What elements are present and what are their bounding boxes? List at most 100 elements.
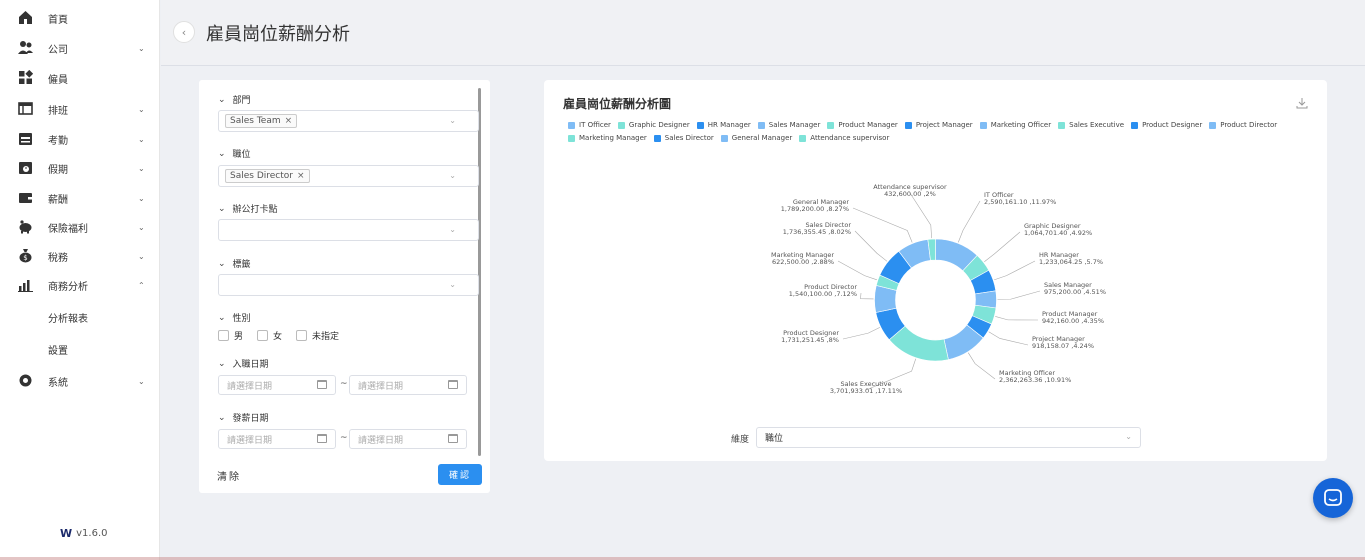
slice-value-label: 1,736,355.45 ,8.02% (783, 228, 851, 236)
gender-options: 男 女 未指定 (218, 329, 353, 342)
version-info: W v1.6.0 (60, 527, 108, 540)
sidebar-item-label: 商務分析 (48, 281, 88, 293)
pay-date-label[interactable]: ⌄ 發薪日期 (218, 411, 269, 425)
slice-value-label: 3,701,933.01 ,17.11% (830, 387, 902, 395)
users-icon (18, 41, 33, 54)
chevron-down-icon: ⌄ (449, 225, 456, 234)
join-date-end-input[interactable]: 請選擇日期 (349, 375, 467, 395)
sidebar-item-label: 僱員 (48, 74, 68, 86)
join-date-start-input[interactable]: 請選擇日期 (218, 375, 336, 395)
pay-date-start-input[interactable]: 請選擇日期 (218, 429, 336, 449)
checkbox[interactable] (218, 330, 229, 341)
gender-option-male[interactable]: 男 (218, 329, 243, 342)
gender-option-female[interactable]: 女 (257, 329, 282, 342)
chat-icon (1324, 489, 1342, 506)
chevron-down-icon: ⌄ (138, 163, 145, 173)
label-leader-line (852, 207, 913, 243)
sidebar-item-2[interactable]: 僱員 (0, 64, 160, 92)
slice-value-label: 2,590,161.10 ,11.97% (984, 198, 1056, 206)
calendar-icon (448, 380, 458, 389)
sidebar-item-5[interactable]: 假期 ⌄ (0, 154, 160, 182)
sidebar-item-label: 稅務 (48, 252, 68, 264)
version-label: v1.6.0 (76, 528, 108, 539)
chevron-up-icon: ⌃ (138, 280, 145, 290)
office-select[interactable]: ⌄ (218, 219, 479, 241)
grid-icon (19, 70, 33, 84)
chevron-down-icon: ⌄ (218, 203, 226, 214)
donut-chart: IT Officer2,590,161.10 ,11.97%Graphic De… (771, 183, 1106, 395)
pay-date-end-input[interactable]: 請選擇日期 (349, 429, 467, 449)
label-leader-line (837, 260, 877, 281)
slice-value-label: 1,540,100.00 ,7.12% (789, 290, 857, 298)
sidebar-item-12[interactable]: 系統 ⌄ (0, 367, 160, 395)
sidebar-item-3[interactable]: 排班 ⌄ (0, 95, 160, 123)
position-select[interactable]: Sales Director × ⌄ (218, 165, 479, 187)
svg-text:$: $ (23, 254, 27, 262)
chevron-left-icon: ‹ (181, 25, 187, 39)
confirm-button[interactable]: 確認 (438, 464, 482, 485)
checkbox[interactable] (257, 330, 269, 341)
chevron-down-icon: ⌄ (218, 94, 226, 105)
dimension-label: 維度 (731, 435, 750, 445)
label-leader-line (957, 200, 981, 243)
page-title: 雇員崗位薪酬分析 (206, 24, 350, 45)
sidebar-item-11[interactable]: 設置 (0, 335, 160, 363)
chevron-down-icon: ⌄ (138, 222, 145, 232)
sidebar-item-0[interactable]: 首頁 (0, 4, 160, 32)
slice-value-label: 1,233,064.25 ,5.7% (1039, 258, 1103, 266)
chat-button[interactable] (1313, 478, 1353, 518)
close-icon[interactable]: × (297, 171, 305, 181)
position-label[interactable]: ⌄ 職位 (218, 147, 251, 161)
chevron-down-icon: ⌄ (218, 258, 226, 269)
checkbox[interactable] (296, 330, 308, 341)
date-placeholder: 請選擇日期 (227, 381, 273, 392)
sidebar-item-6[interactable]: 薪酬 ⌄ (0, 184, 160, 212)
department-tag: Sales Team × (225, 114, 298, 128)
sidebar-item-8[interactable]: $ 稅務 ⌄ (0, 242, 160, 270)
sidebar: 首頁 公司 ⌄ 僱員 排班 ⌄ 考勤 ⌄ 假期 ⌄ 薪酬 ⌄ 保險福利 ⌄ $ 稅務 ⌄ 商務分析 ⌃ 分析報表 設置系… (0, 0, 160, 560)
chevron-down-icon: ⌄ (218, 358, 226, 369)
sidebar-item-1[interactable]: 公司 ⌄ (0, 34, 160, 62)
label-leader-line (860, 292, 874, 300)
label-leader-line (995, 316, 1039, 321)
tags-label[interactable]: ⌄ 標籤 (218, 257, 251, 271)
chevron-down-icon: ⌄ (138, 193, 145, 203)
date-placeholder: 請選擇日期 (227, 435, 273, 446)
gender-option-unspecified[interactable]: 未指定 (296, 329, 339, 342)
tags-select[interactable]: ⌄ (218, 274, 479, 296)
slice-value-label: 1,731,251.45 ,8% (781, 336, 839, 344)
filter-panel: ⌄ 部門 Sales Team × ⌄ ⌄ 職位 Sales Director × ⌄ … (199, 80, 490, 493)
sidebar-item-label: 公司 (48, 44, 68, 56)
sidebar-item-4[interactable]: 考勤 ⌄ (0, 125, 160, 153)
office-label[interactable]: ⌄ 辦公打卡點 (218, 202, 278, 216)
sidebar-item-label: 設置 (48, 345, 68, 357)
position-label-text: 職位 (232, 150, 251, 160)
slice-value-label: 622,500.00 ,2.88% (772, 258, 834, 266)
app-logo-icon: W (60, 527, 73, 540)
label-leader-line (854, 230, 888, 262)
department-label[interactable]: ⌄ 部門 (218, 93, 251, 107)
calendar-icon (19, 133, 32, 145)
clear-button[interactable]: 清除 (217, 468, 241, 483)
sidebar-item-label: 首頁 (48, 14, 68, 26)
dimension-select[interactable]: 職位 ⌄ (756, 427, 1141, 448)
sidebar-item-7[interactable]: 保險福利 ⌄ (0, 213, 160, 241)
filter-scrollbar[interactable] (478, 88, 481, 456)
department-select[interactable]: Sales Team × ⌄ (218, 110, 479, 132)
sidebar-item-10[interactable]: 分析報表 (0, 303, 160, 331)
chevron-down-icon: ⌄ (138, 134, 145, 144)
join-date-label[interactable]: ⌄ 入職日期 (218, 357, 269, 371)
close-icon[interactable]: × (285, 116, 293, 126)
sidebar-item-9[interactable]: 商務分析 ⌃ (0, 271, 160, 299)
sidebar-item-label: 分析報表 (48, 313, 88, 325)
sidebar-item-label: 保險福利 (48, 223, 88, 235)
chevron-down-icon: ⌄ (449, 171, 456, 180)
slice-value-label: 918,158.07 ,4.24% (1032, 342, 1094, 350)
gender-label-text: 性別 (232, 314, 251, 324)
slice-value-label: 1,064,701.40 ,4.92% (1024, 229, 1092, 237)
calendar-icon (448, 434, 458, 443)
gender-label[interactable]: ⌄ 性別 (218, 311, 251, 325)
department-label-text: 部門 (232, 96, 251, 106)
back-button[interactable]: ‹ (173, 21, 195, 43)
chevron-down-icon: ⌄ (138, 251, 145, 261)
